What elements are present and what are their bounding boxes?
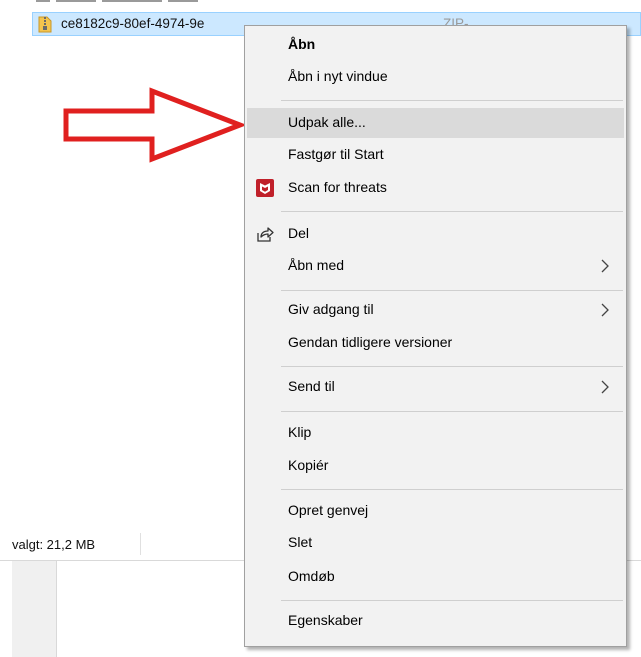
bottom-panel [12, 561, 57, 657]
menu-item-extract-all[interactable]: Udpak alle... [247, 108, 624, 138]
chevron-right-icon [601, 303, 609, 317]
menu-separator [281, 290, 623, 291]
red-arrow-annotation [63, 87, 247, 163]
menu-item-pin-to-start[interactable]: Fastgør til Start [247, 140, 624, 170]
menu-item-share[interactable]: Del [247, 219, 624, 249]
menu-item-label: Del [288, 225, 310, 241]
menu-item-properties[interactable]: Egenskaber [247, 606, 624, 636]
menu-item-open[interactable]: Åbn [247, 30, 624, 60]
menu-item-label: Åbn i nyt vindue [288, 68, 388, 84]
share-icon [257, 227, 274, 242]
menu-item-label: Gendan tidligere versioner [288, 334, 453, 350]
zip-folder-icon [38, 16, 52, 33]
menu-separator [281, 211, 623, 212]
menu-item-label: Opret genvej [288, 502, 369, 518]
menu-item-scan-for-threats[interactable]: Scan for threats [247, 173, 624, 203]
menu-separator [281, 411, 623, 412]
menu-item-label: Klip [288, 424, 312, 440]
menu-item-label: Egenskaber [288, 612, 363, 628]
menu-separator [281, 600, 623, 601]
menu-item-create-shortcut[interactable]: Opret genvej [247, 496, 624, 526]
menu-item-copy[interactable]: Kopiér [247, 451, 624, 481]
menu-separator [281, 366, 623, 367]
menu-item-rename[interactable]: Omdøb [247, 562, 624, 592]
menu-item-label: Giv adgang til [288, 301, 374, 317]
menu-item-open-new-window[interactable]: Åbn i nyt vindue [247, 62, 624, 92]
menu-item-label: Kopiér [288, 457, 329, 473]
menu-item-open-with[interactable]: Åbn med [247, 251, 624, 281]
chevron-right-icon [601, 380, 609, 394]
menu-separator [281, 100, 623, 101]
menu-item-restore-previous-versions[interactable]: Gendan tidligere versioner [247, 328, 624, 358]
menu-separator [281, 489, 623, 490]
status-divider [140, 533, 141, 555]
menu-item-label: Slet [288, 534, 313, 550]
status-selected-size: valgt: 21,2 MB [12, 537, 96, 552]
previous-row-fragment [36, 0, 256, 6]
menu-item-cut[interactable]: Klip [247, 418, 624, 448]
chevron-right-icon [601, 259, 609, 273]
menu-item-label: Fastgør til Start [288, 146, 384, 162]
menu-item-send-to[interactable]: Send til [247, 372, 624, 402]
menu-item-label: Scan for threats [288, 179, 387, 195]
menu-item-give-access[interactable]: Giv adgang til [247, 295, 624, 325]
mcafee-shield-icon [256, 179, 274, 197]
file-name: ce8182c9-80ef-4974-9e [61, 16, 205, 31]
menu-item-label: Åbn [288, 36, 316, 52]
context-menu: Åbn Åbn i nyt vindue Udpak alle... Fastg… [244, 25, 627, 647]
menu-item-label: Omdøb [288, 568, 335, 584]
menu-item-label: Send til [288, 378, 335, 394]
menu-item-label: Udpak alle... [288, 114, 366, 130]
menu-item-delete[interactable]: Slet [247, 528, 624, 558]
menu-item-label: Åbn med [288, 257, 345, 273]
